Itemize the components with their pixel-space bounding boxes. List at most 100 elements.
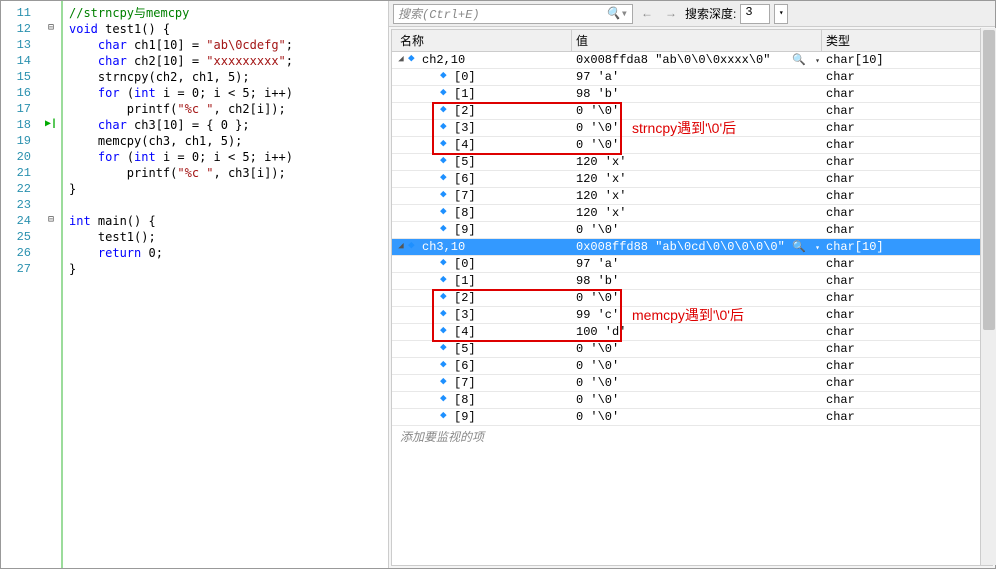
grid-body[interactable]: ◢ch2,100x008ffda8 "ab\0\0\0xxxx\0"🔍▾char…: [392, 52, 992, 565]
var-value[interactable]: 120 'x': [572, 171, 822, 188]
table-row[interactable]: [9] 0 '\0'char: [392, 222, 992, 239]
expander-icon[interactable]: ◢: [396, 55, 406, 65]
var-name: [9]: [454, 222, 476, 239]
table-row[interactable]: [3]0 '\0'char: [392, 120, 992, 137]
var-type: char[10]: [822, 239, 992, 256]
variable-icon: [440, 259, 450, 269]
var-value[interactable]: 98 'b': [572, 273, 822, 290]
table-row[interactable]: ◢ch3,100x008ffd88 "ab\0cd\0\0\0\0\0"🔍▾ch…: [392, 239, 992, 256]
var-value[interactable]: 0 '\0': [572, 358, 822, 375]
var-value[interactable]: 0x008ffd88 "ab\0cd\0\0\0\0\0"🔍▾: [572, 239, 822, 256]
table-row[interactable]: [7]0 '\0'char: [392, 375, 992, 392]
col-name-header[interactable]: 名称: [392, 30, 572, 51]
var-type: char: [822, 273, 992, 290]
table-row[interactable]: [6]0 '\0'char: [392, 358, 992, 375]
variable-icon: [440, 310, 450, 320]
var-value[interactable]: 120 'x': [572, 154, 822, 171]
var-value[interactable]: 0 '\0': [572, 375, 822, 392]
var-value[interactable]: 0 '\0': [572, 103, 822, 120]
table-row[interactable]: [8]120 'x'char: [392, 205, 992, 222]
var-value[interactable]: 120 'x': [572, 205, 822, 222]
var-type: char: [822, 256, 992, 273]
visualizer-icon[interactable]: 🔍: [792, 240, 806, 256]
variable-icon: [440, 327, 450, 337]
var-name: [8]: [454, 392, 476, 409]
table-row[interactable]: [1]98 'b'char: [392, 86, 992, 103]
col-value-header[interactable]: 值: [572, 30, 822, 51]
table-row[interactable]: [0]97 'a'char: [392, 69, 992, 86]
var-value[interactable]: 97 'a': [572, 256, 822, 273]
var-value[interactable]: 97 'a': [572, 69, 822, 86]
code-content[interactable]: //strncpy与memcpyvoid test1() { char ch1[…: [61, 1, 388, 568]
variable-icon: [440, 191, 450, 201]
var-value[interactable]: 0 '\0': [572, 392, 822, 409]
depth-dropdown-button[interactable]: ▾: [774, 4, 788, 24]
var-value[interactable]: 0 '\0': [572, 290, 822, 307]
table-row[interactable]: [4]100 'd'char: [392, 324, 992, 341]
var-type: char[10]: [822, 52, 992, 69]
variable-icon: [408, 55, 418, 65]
var-value[interactable]: 0 '\0': [572, 120, 822, 137]
table-row[interactable]: [6]120 'x'char: [392, 171, 992, 188]
var-name: [6]: [454, 358, 476, 375]
var-value[interactable]: 0 '\0': [572, 137, 822, 154]
variable-icon: [440, 412, 450, 422]
var-value[interactable]: 0 '\0': [572, 222, 822, 239]
var-name: [8]: [454, 205, 476, 222]
grid-header: 名称 值 类型: [392, 30, 992, 52]
depth-input[interactable]: 3: [740, 4, 770, 24]
var-type: char: [822, 137, 992, 154]
variable-icon: [440, 361, 450, 371]
var-name: [2]: [454, 103, 476, 120]
table-row[interactable]: [8] 0 '\0'char: [392, 392, 992, 409]
expander-icon[interactable]: ◢: [396, 242, 406, 252]
var-name: [7]: [454, 188, 476, 205]
table-row[interactable]: [7] 120 'x'char: [392, 188, 992, 205]
variable-icon: [440, 378, 450, 388]
variable-icon: [440, 106, 450, 116]
scrollbar-thumb[interactable]: [983, 30, 995, 330]
var-value[interactable]: 0x008ffda8 "ab\0\0\0xxxx\0"🔍▾: [572, 52, 822, 69]
var-value[interactable]: 120 'x': [572, 188, 822, 205]
visualizer-dropdown-icon[interactable]: ▾: [815, 240, 820, 256]
var-value[interactable]: 0 '\0': [572, 341, 822, 358]
table-row[interactable]: [2] 0 '\0'char: [392, 103, 992, 120]
var-name: ch2,10: [422, 52, 465, 69]
table-row[interactable]: ◢ch2,100x008ffda8 "ab\0\0\0xxxx\0"🔍▾char…: [392, 52, 992, 69]
variable-icon: [440, 276, 450, 286]
visualizer-dropdown-icon[interactable]: ▾: [815, 53, 820, 69]
col-type-header[interactable]: 类型: [822, 30, 992, 51]
var-type: char: [822, 222, 992, 239]
var-value[interactable]: 0 '\0': [572, 409, 822, 426]
table-row[interactable]: [9] 0 '\0'char: [392, 409, 992, 426]
variable-icon: [440, 123, 450, 133]
var-name: [9]: [454, 409, 476, 426]
table-row[interactable]: [5]120 'x'char: [392, 154, 992, 171]
table-row[interactable]: [1]98 'b'char: [392, 273, 992, 290]
nav-forward-button[interactable]: →: [661, 4, 681, 24]
search-icon[interactable]: 🔍▾: [606, 6, 628, 21]
add-watch-placeholder[interactable]: 添加要监视的项: [392, 426, 992, 448]
var-name: [4]: [454, 324, 476, 341]
table-row[interactable]: [4]0 '\0'char: [392, 137, 992, 154]
code-editor[interactable]: 1112131415161718192021222324252627 ▶| //…: [1, 1, 389, 568]
var-value[interactable]: 100 'd': [572, 324, 822, 341]
search-input[interactable]: 搜索(Ctrl+E) 🔍▾: [393, 4, 633, 24]
var-type: char: [822, 392, 992, 409]
var-type: char: [822, 409, 992, 426]
variable-icon: [440, 395, 450, 405]
vertical-scrollbar[interactable]: [980, 28, 996, 565]
variable-icon: [440, 225, 450, 235]
var-name: ch3,10: [422, 239, 465, 256]
visualizer-icon[interactable]: 🔍: [792, 53, 806, 69]
table-row[interactable]: [2]0 '\0'char: [392, 290, 992, 307]
nav-back-button[interactable]: ←: [637, 4, 657, 24]
table-row[interactable]: [5]0 '\0'char: [392, 341, 992, 358]
var-value[interactable]: 99 'c': [572, 307, 822, 324]
var-name: [6]: [454, 171, 476, 188]
table-row[interactable]: [0]97 'a'char: [392, 256, 992, 273]
var-type: char: [822, 188, 992, 205]
table-row[interactable]: [3]99 'c'char: [392, 307, 992, 324]
var-type: char: [822, 103, 992, 120]
var-value[interactable]: 98 'b': [572, 86, 822, 103]
